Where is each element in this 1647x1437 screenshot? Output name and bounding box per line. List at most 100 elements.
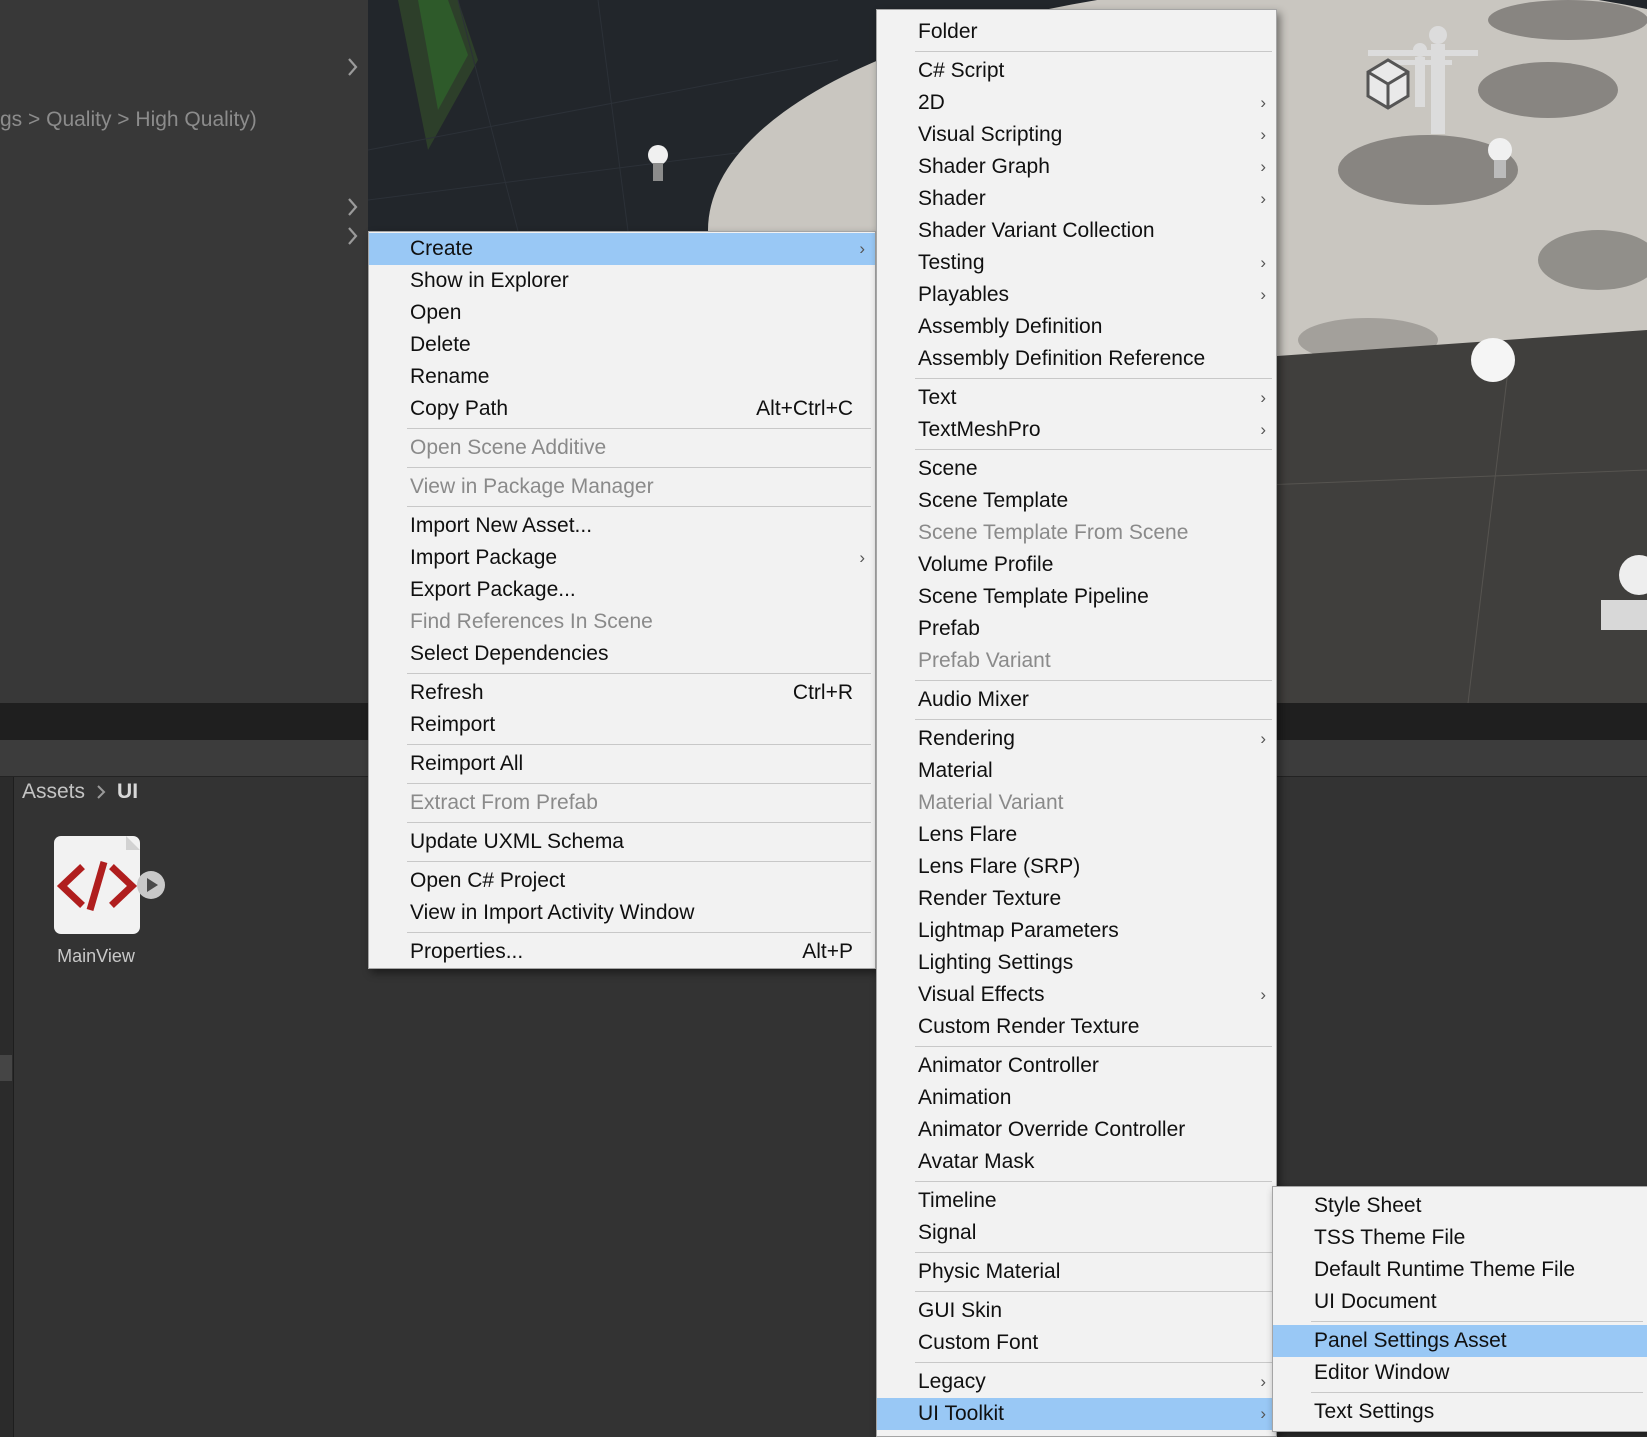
menu-item-label: Reimport All (410, 752, 524, 775)
menu-item-shader-graph[interactable]: Shader Graph › (877, 151, 1276, 183)
submenu-arrow-icon: › (1260, 125, 1266, 144)
menu-item-label: Properties... (410, 940, 524, 963)
menu-item-legacy[interactable]: Legacy › (877, 1366, 1276, 1398)
menu-item-lightmap-parameters[interactable]: Lightmap Parameters (877, 915, 1276, 947)
menu-item-playables[interactable]: Playables › (877, 279, 1276, 311)
menu-item-material[interactable]: Material (877, 755, 1276, 787)
menu-item-style-sheet[interactable]: Style Sheet (1273, 1190, 1647, 1222)
menu-item-refresh[interactable]: Refresh Ctrl+R (369, 677, 875, 709)
menu-item-default-runtime-theme-file[interactable]: Default Runtime Theme File (1273, 1254, 1647, 1286)
menu-item-render-texture[interactable]: Render Texture (877, 883, 1276, 915)
scroll-handle[interactable] (0, 1055, 12, 1081)
menu-item-import-new-asset[interactable]: Import New Asset... (369, 510, 875, 542)
menu-item-lens-flare-srp[interactable]: Lens Flare (SRP) (877, 851, 1276, 883)
menu-item-shader[interactable]: Shader › (877, 183, 1276, 215)
project-folder-tree[interactable] (0, 777, 14, 1437)
asset-mainview[interactable]: MainView (46, 836, 170, 976)
chevron-right-icon (97, 785, 106, 799)
menu-item-assembly-definition-reference[interactable]: Assembly Definition Reference (877, 343, 1276, 375)
menu-item-label: Editor Window (1314, 1361, 1450, 1384)
menu-item-c-script[interactable]: C# Script (877, 55, 1276, 87)
menu-item-gui-skin[interactable]: GUI Skin (877, 1295, 1276, 1327)
menu-item-label: Scene Template Pipeline (918, 585, 1149, 608)
menu-item-update-uxml-schema[interactable]: Update UXML Schema (369, 826, 875, 858)
menu-item-animator-controller[interactable]: Animator Controller (877, 1050, 1276, 1082)
menu-item-text-settings[interactable]: Text Settings (1273, 1396, 1647, 1428)
menu-item-show-in-explorer[interactable]: Show in Explorer (369, 265, 875, 297)
menu-item-label: Legacy (918, 1370, 986, 1393)
menu-item-folder[interactable]: Folder (877, 16, 1276, 48)
menu-separator (877, 1043, 1276, 1050)
menu-item-tss-theme-file[interactable]: TSS Theme File (1273, 1222, 1647, 1254)
menu-item-view-in-import-activity-window[interactable]: View in Import Activity Window (369, 897, 875, 929)
play-icon[interactable] (136, 870, 166, 900)
menu-item-label: Open Scene Additive (410, 436, 607, 459)
menu-separator (369, 425, 875, 432)
menu-separator (369, 780, 875, 787)
menu-item-open[interactable]: Open (369, 297, 875, 329)
menu-item-assembly-definition[interactable]: Assembly Definition (877, 311, 1276, 343)
asset-name: MainView (57, 946, 135, 966)
menu-item-text[interactable]: Text › (877, 382, 1276, 414)
menu-item-2d[interactable]: 2D › (877, 87, 1276, 119)
menu-item-scene[interactable]: Scene (877, 453, 1276, 485)
menu-item-visual-scripting[interactable]: Visual Scripting › (877, 119, 1276, 151)
menu-item-signal[interactable]: Signal (877, 1217, 1276, 1249)
menu-item-custom-render-texture[interactable]: Custom Render Texture (877, 1011, 1276, 1043)
menu-item-shader-variant-collection[interactable]: Shader Variant Collection (877, 215, 1276, 247)
menu-separator (877, 677, 1276, 684)
menu-item-reimport[interactable]: Reimport (369, 709, 875, 741)
menu-item-label: Show in Explorer (410, 269, 569, 292)
menu-item-scene-template[interactable]: Scene Template (877, 485, 1276, 517)
menu-item-panel-settings-asset[interactable]: Panel Settings Asset (1273, 1325, 1647, 1357)
chevron-right-icon[interactable] (346, 195, 360, 219)
submenu-arrow-icon: › (1260, 157, 1266, 176)
submenu-arrow-icon: › (1260, 285, 1266, 304)
menu-separator (877, 1288, 1276, 1295)
menu-item-label: Visual Scripting (918, 123, 1063, 146)
chevron-right-icon[interactable] (346, 55, 360, 79)
menu-item-export-package[interactable]: Export Package... (369, 574, 875, 606)
menu-item-custom-font[interactable]: Custom Font (877, 1327, 1276, 1359)
menu-item-avatar-mask[interactable]: Avatar Mask (877, 1146, 1276, 1178)
breadcrumb-assets[interactable]: Assets (22, 780, 85, 804)
menu-item-textmeshpro[interactable]: TextMeshPro › (877, 414, 1276, 446)
menu-item-visual-effects[interactable]: Visual Effects › (877, 979, 1276, 1011)
breadcrumb-ui[interactable]: UI (117, 780, 138, 804)
asset-context-menu: Create › Show in Explorer Open Delete Rename C… (368, 231, 876, 969)
menu-item-properties[interactable]: Properties... Alt+P (369, 936, 875, 968)
menu-item-shortcut: Alt+P (802, 940, 853, 963)
menu-item-timeline[interactable]: Timeline (877, 1185, 1276, 1217)
menu-item-ui-document[interactable]: UI Document (1273, 1286, 1647, 1318)
menu-item-create[interactable]: Create › (369, 233, 875, 265)
menu-item-animation[interactable]: Animation (877, 1082, 1276, 1114)
menu-item-label: TextMeshPro (918, 418, 1041, 441)
menu-item-ui-toolkit[interactable]: UI Toolkit › (877, 1398, 1276, 1430)
menu-item-label: Export Package... (410, 578, 576, 601)
menu-item-lighting-settings[interactable]: Lighting Settings (877, 947, 1276, 979)
menu-separator (1273, 1389, 1647, 1396)
menu-item-reimport-all[interactable]: Reimport All (369, 748, 875, 780)
menu-item-rendering[interactable]: Rendering › (877, 723, 1276, 755)
menu-item-rename[interactable]: Rename (369, 361, 875, 393)
menu-item-editor-window[interactable]: Editor Window (1273, 1357, 1647, 1389)
menu-item-label: Physic Material (918, 1260, 1061, 1283)
menu-item-physic-material[interactable]: Physic Material (877, 1256, 1276, 1288)
menu-item-delete[interactable]: Delete (369, 329, 875, 361)
menu-separator (369, 503, 875, 510)
menu-item-testing[interactable]: Testing › (877, 247, 1276, 279)
menu-item-label: C# Script (918, 59, 1005, 82)
chevron-right-icon[interactable] (346, 224, 360, 248)
menu-item-copy-path[interactable]: Copy Path Alt+Ctrl+C (369, 393, 875, 425)
menu-item-prefab[interactable]: Prefab (877, 613, 1276, 645)
menu-item-volume-profile[interactable]: Volume Profile (877, 549, 1276, 581)
menu-item-lens-flare[interactable]: Lens Flare (877, 819, 1276, 851)
menu-item-scene-template-pipeline[interactable]: Scene Template Pipeline (877, 581, 1276, 613)
menu-item-audio-mixer[interactable]: Audio Mixer (877, 684, 1276, 716)
menu-item-import-package[interactable]: Import Package › (369, 542, 875, 574)
menu-item-label: Import New Asset... (410, 514, 593, 537)
menu-item-open-c-project[interactable]: Open C# Project (369, 865, 875, 897)
menu-item-select-dependencies[interactable]: Select Dependencies (369, 638, 875, 670)
menu-item-animator-override-controller[interactable]: Animator Override Controller (877, 1114, 1276, 1146)
submenu-arrow-icon: › (1260, 985, 1266, 1004)
